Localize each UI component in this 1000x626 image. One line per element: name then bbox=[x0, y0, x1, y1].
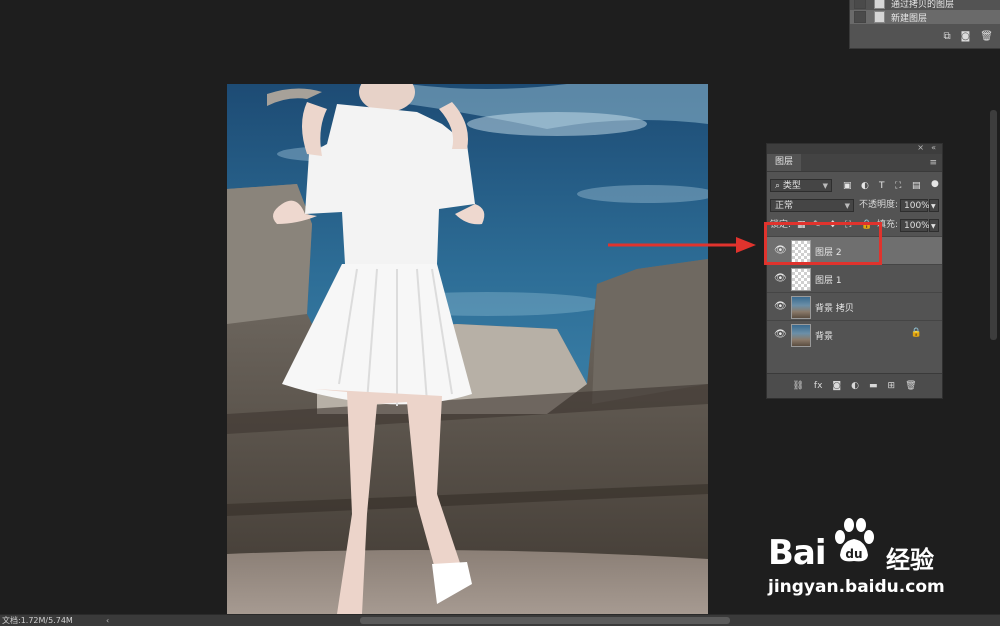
pixel-filter-icon[interactable]: ▣ bbox=[843, 181, 852, 191]
history-item-selected[interactable]: 新建图层 bbox=[850, 10, 1000, 24]
chevron-down-icon: ▼ bbox=[931, 223, 936, 230]
history-item-label: 新建图层 bbox=[891, 13, 928, 24]
layers-panel: « × 图层 ≡ ⌕ 类型 ▼ ▣ ◐ T ⛶ ▤ ● 正常 ▼ 不透明度: 1… bbox=[766, 143, 943, 399]
opacity-slider-toggle[interactable]: ▼ bbox=[929, 199, 939, 212]
paw-logo-icon: du bbox=[835, 518, 874, 562]
filter-toggle-icon[interactable]: ● bbox=[931, 179, 939, 189]
layer-thumbnail bbox=[791, 268, 811, 291]
filter-kind-value: 类型 bbox=[782, 181, 801, 191]
tab-layers[interactable]: 图层 bbox=[767, 154, 801, 171]
eye-icon[interactable]: 👁 bbox=[774, 301, 787, 312]
new-layer-icon[interactable]: ⊞ bbox=[888, 381, 896, 391]
watermark-url: jingyan.baidu.com bbox=[768, 577, 945, 597]
blend-mode-dropdown[interactable]: 正常 ▼ bbox=[770, 199, 854, 212]
paw-logo-du: du bbox=[845, 547, 862, 561]
eye-icon[interactable]: 👁 bbox=[774, 273, 787, 284]
close-icon[interactable]: × bbox=[917, 143, 924, 152]
link-layers-icon[interactable]: ⛓ bbox=[792, 381, 803, 391]
search-icon: ⌕ bbox=[775, 181, 781, 191]
chevron-down-icon: ▼ bbox=[822, 182, 828, 190]
document-canvas[interactable] bbox=[227, 84, 708, 614]
trash-icon[interactable]: 🗑 bbox=[980, 31, 993, 42]
watermark-jingyan: 经验 bbox=[886, 546, 934, 574]
smart-object-filter-icon[interactable]: ▤ bbox=[912, 181, 921, 191]
document-icon bbox=[874, 11, 885, 23]
layer-thumbnail bbox=[791, 296, 811, 319]
status-bar: 文档:1.72M/5.74M ‹ bbox=[0, 614, 1000, 626]
chevron-down-icon: ▼ bbox=[931, 203, 936, 210]
vertical-scrollbar[interactable] bbox=[990, 110, 997, 340]
annotation-arrow bbox=[608, 237, 756, 253]
layer-row[interactable]: 👁 图层 1 bbox=[767, 264, 942, 292]
layer-row[interactable]: 👁 背景 拷贝 bbox=[767, 292, 942, 320]
new-document-from-state-icon[interactable]: ⧉ bbox=[943, 31, 950, 42]
collapse-icon[interactable]: « bbox=[931, 143, 936, 152]
filter-kind-dropdown[interactable]: ⌕ 类型 ▼ bbox=[770, 179, 832, 192]
panel-title-bar[interactable]: « × bbox=[767, 143, 942, 154]
add-mask-icon[interactable]: ◙ bbox=[832, 381, 841, 391]
history-panel: 通过拷贝的图层 新建图层 ⧉ ◙ 🗑 bbox=[849, 0, 1000, 49]
baidu-watermark: Bai du 经验 jingyan.baidu.com bbox=[768, 515, 978, 605]
fx-icon[interactable]: fx bbox=[814, 381, 823, 391]
opacity-label: 不透明度: bbox=[859, 200, 899, 210]
adjustment-layer-icon[interactable]: ◐ bbox=[851, 381, 859, 391]
trash-icon[interactable]: 🗑 bbox=[905, 381, 916, 391]
history-source-checkbox[interactable] bbox=[854, 11, 866, 23]
type-filter-icon[interactable]: T bbox=[879, 181, 885, 191]
history-item[interactable]: 通过拷贝的图层 bbox=[850, 0, 1000, 10]
chevron-down-icon: ▼ bbox=[844, 202, 850, 210]
opacity-input[interactable]: 100% bbox=[900, 199, 930, 212]
layer-thumbnail bbox=[791, 324, 811, 347]
document-icon bbox=[874, 0, 885, 9]
photo-image bbox=[227, 84, 708, 614]
watermark-brand: Bai bbox=[768, 533, 827, 573]
adjustment-filter-icon[interactable]: ◐ bbox=[861, 181, 869, 191]
camera-icon[interactable]: ◙ bbox=[961, 31, 971, 42]
shape-filter-icon[interactable]: ⛶ bbox=[895, 181, 901, 191]
blend-mode-value: 正常 bbox=[775, 201, 794, 211]
annotation-highlight-box bbox=[764, 222, 882, 265]
panel-menu-icon[interactable]: ≡ bbox=[929, 158, 937, 168]
horizontal-scrollbar[interactable] bbox=[360, 617, 730, 624]
layer-name[interactable]: 图层 1 bbox=[815, 273, 842, 286]
fill-slider-toggle[interactable]: ▼ bbox=[929, 219, 939, 232]
eye-icon[interactable]: 👁 bbox=[774, 329, 787, 340]
layer-name[interactable]: 背景 拷贝 bbox=[815, 301, 854, 314]
folder-icon[interactable]: ▬ bbox=[869, 381, 878, 391]
document-size-text: 文档:1.72M/5.74M bbox=[2, 616, 73, 625]
lock-icon: 🔒 bbox=[910, 328, 922, 338]
fill-input[interactable]: 100% bbox=[900, 219, 930, 232]
history-item-label: 通过拷贝的图层 bbox=[891, 0, 955, 10]
layer-name[interactable]: 背景 bbox=[815, 329, 833, 342]
scroll-left-arrow-icon[interactable]: ‹ bbox=[106, 615, 109, 626]
history-source-checkbox[interactable] bbox=[854, 0, 866, 9]
layer-row[interactable]: 👁 背景 🔒 bbox=[767, 320, 942, 348]
